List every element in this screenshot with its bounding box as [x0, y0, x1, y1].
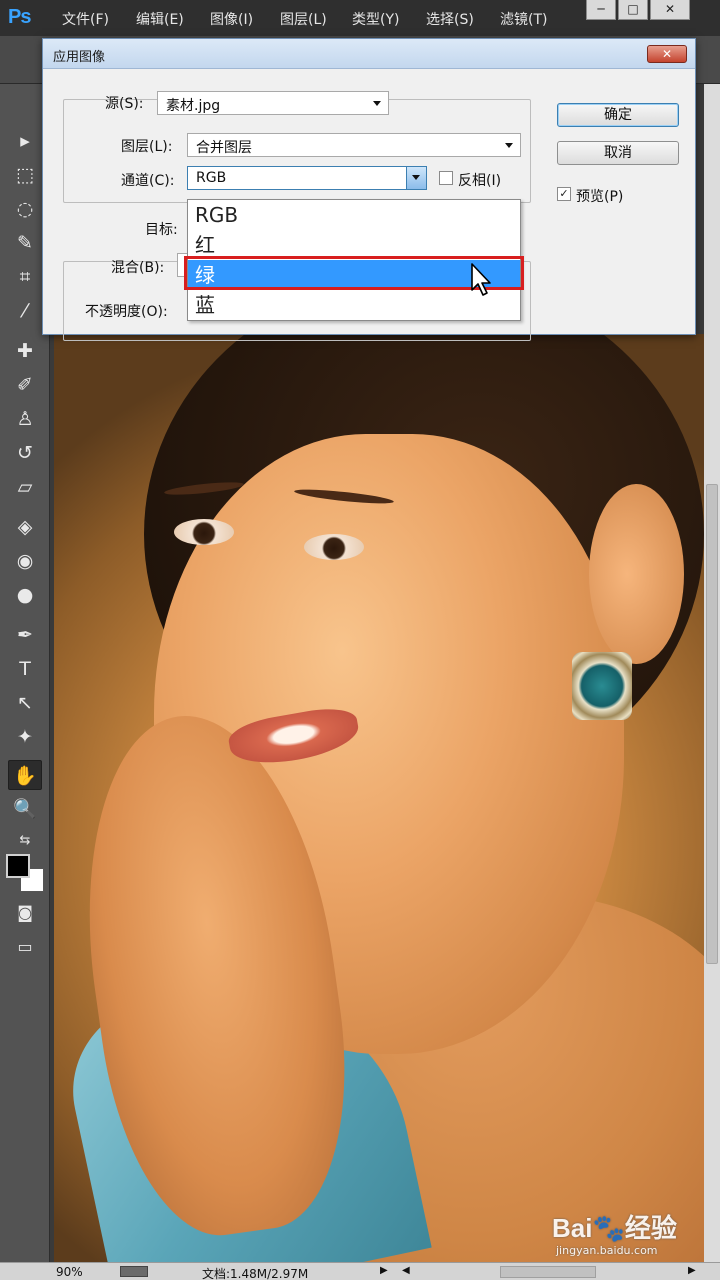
channel-label: 通道(C): [121, 173, 175, 189]
move-tool-icon[interactable]: ▸ [8, 126, 42, 156]
type-tool-icon[interactable]: T [8, 654, 42, 684]
window-minimize-button[interactable]: ─ [586, 0, 616, 20]
preview-label: 预览(P) [576, 189, 624, 205]
menu-select[interactable]: 选择(S) [426, 9, 474, 29]
status-icon [120, 1266, 148, 1277]
chevron-down-icon [412, 175, 420, 180]
vertical-scrollbar[interactable] [704, 84, 720, 1264]
vertical-scrollbar-thumb[interactable] [706, 484, 718, 964]
channel-select[interactable]: RGB [187, 166, 427, 190]
document-canvas[interactable] [54, 334, 704, 1264]
watermark-logo: Bai🐾经验 [552, 1213, 677, 1243]
status-bar: 90% 文档:1.48M/2.97M ▶ ◀ ▶ [0, 1262, 720, 1280]
paint-bucket-tool-icon[interactable]: ◈ [8, 512, 42, 542]
source-value: 素材.jpg [166, 98, 221, 114]
foreground-color-swatch[interactable] [6, 854, 30, 878]
horizontal-scrollbar-thumb[interactable] [500, 1266, 596, 1278]
watermark-url: jingyan.baidu.com [556, 1244, 658, 1257]
channel-option-rgb[interactable]: RGB [188, 200, 520, 230]
zoom-tool-icon[interactable]: 🔍 [8, 794, 42, 824]
photo-earring [572, 652, 632, 720]
chevron-down-icon [373, 101, 381, 106]
screen-mode-icon[interactable]: ▭ [8, 932, 42, 962]
source-select[interactable]: 素材.jpg [157, 91, 389, 115]
shape-tool-icon[interactable]: ✦ [8, 722, 42, 752]
healing-brush-tool-icon[interactable]: ✚ [8, 336, 42, 366]
mouse-cursor-icon [471, 263, 491, 296]
photoshop-logo: Ps [8, 6, 31, 28]
menu-file[interactable]: 文件(F) [62, 9, 109, 29]
quick-mask-icon[interactable]: ◙ [8, 898, 42, 928]
dialog-titlebar[interactable]: 应用图像 ✕ [43, 39, 695, 69]
invert-label: 反相(I) [458, 173, 502, 189]
clone-stamp-tool-icon[interactable]: ♙ [8, 404, 42, 434]
scroll-right-icon[interactable]: ▶ [688, 1265, 696, 1276]
preview-checkbox[interactable]: ✓ [557, 187, 571, 201]
brush-tool-icon[interactable]: ✐ [8, 370, 42, 400]
dodge-tool-icon[interactable]: ● [8, 580, 42, 610]
channel-dropdown-button[interactable] [406, 167, 426, 189]
target-label: 目标: [145, 222, 178, 238]
menu-type[interactable]: 类型(Y) [352, 9, 399, 29]
eraser-tool-icon[interactable]: ▱ [8, 472, 42, 502]
document-info: 文档:1.48M/2.97M [202, 1267, 309, 1280]
ok-button[interactable]: 确定 [557, 103, 679, 127]
photo-eye-left [174, 519, 234, 545]
layer-value: 合并图层 [196, 140, 252, 156]
menu-image[interactable]: 图像(I) [210, 9, 253, 29]
pen-tool-icon[interactable]: ✒ [8, 620, 42, 650]
menu-edit[interactable]: 编辑(E) [136, 9, 184, 29]
quick-select-tool-icon[interactable]: ✎ [8, 228, 42, 258]
crop-tool-icon[interactable]: ⌗ [8, 262, 42, 292]
apply-image-dialog: 应用图像 ✕ 源(S): 素材.jpg 图层(L): 合并图层 通道(C): R… [42, 38, 696, 341]
marquee-tool-icon[interactable]: ⬚ [8, 160, 42, 190]
layer-select[interactable]: 合并图层 [187, 133, 521, 157]
channel-value: RGB [196, 170, 227, 186]
hand-tool-icon[interactable]: ✋ [8, 760, 42, 790]
baidu-watermark: Bai🐾经验 jingyan.baidu.com [552, 1208, 712, 1264]
window-close-button[interactable]: ✕ [650, 0, 690, 20]
dialog-close-button[interactable]: ✕ [647, 45, 687, 63]
lasso-tool-icon[interactable]: ◌ [8, 194, 42, 224]
zoom-level[interactable]: 90% [56, 1265, 83, 1279]
photo-eye-right [304, 534, 364, 560]
eyedropper-tool-icon[interactable]: ⁄ [8, 296, 42, 326]
window-restore-button[interactable]: □ [618, 0, 648, 20]
invert-checkbox[interactable] [439, 171, 453, 185]
photo-ear [589, 484, 684, 664]
menu-layer[interactable]: 图层(L) [280, 9, 327, 29]
chevron-down-icon [505, 143, 513, 148]
source-label: 源(S): [105, 96, 144, 112]
menu-filter[interactable]: 滤镜(T) [500, 9, 547, 29]
dialog-title: 应用图像 [53, 50, 106, 65]
history-brush-tool-icon[interactable]: ↺ [8, 438, 42, 468]
path-select-tool-icon[interactable]: ↖ [8, 688, 42, 718]
swap-colors-icon[interactable]: ⇆ [8, 826, 42, 856]
cancel-button[interactable]: 取消 [557, 141, 679, 165]
layer-label: 图层(L): [121, 139, 173, 155]
status-menu-arrow-icon[interactable]: ▶ [380, 1265, 388, 1276]
menu-bar: Ps 文件(F) 编辑(E) 图像(I) 图层(L) 类型(Y) 选择(S) 滤… [0, 0, 720, 36]
blur-tool-icon[interactable]: ◉ [8, 546, 42, 576]
opacity-label: 不透明度(O): [85, 304, 168, 320]
blend-label: 混合(B): [111, 260, 165, 276]
scroll-left-icon[interactable]: ◀ [402, 1265, 410, 1276]
